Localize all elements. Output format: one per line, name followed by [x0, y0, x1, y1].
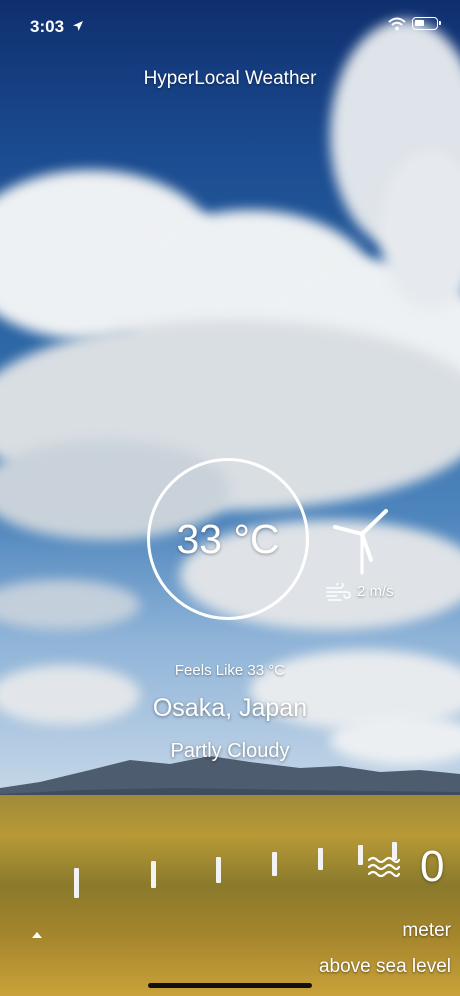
weather-condition: Partly Cloudy — [170, 740, 290, 762]
chevron-up-icon[interactable] — [32, 932, 42, 938]
location-arrow-icon — [73, 21, 83, 31]
wifi-icon — [388, 17, 406, 31]
wind-speed: 2 m/s — [357, 583, 394, 600]
app-title: HyperLocal Weather — [143, 68, 317, 89]
battery-icon — [412, 17, 441, 30]
temperature-value[interactable]: 33 °C — [147, 458, 309, 620]
elevation-value: 0 — [420, 842, 445, 891]
elevation-unit: meter — [402, 920, 451, 941]
home-indicator[interactable] — [148, 983, 312, 988]
status-time: 3:03 — [30, 17, 65, 36]
elevation-reference: above sea level — [318, 956, 451, 977]
wind-turbine-icon — [333, 509, 388, 575]
wind-icon — [326, 583, 351, 601]
water-waves-icon — [367, 856, 401, 878]
location-name[interactable]: Osaka, Japan — [0, 694, 460, 723]
feels-like-label: Feels Like 33 °C — [174, 662, 286, 679]
